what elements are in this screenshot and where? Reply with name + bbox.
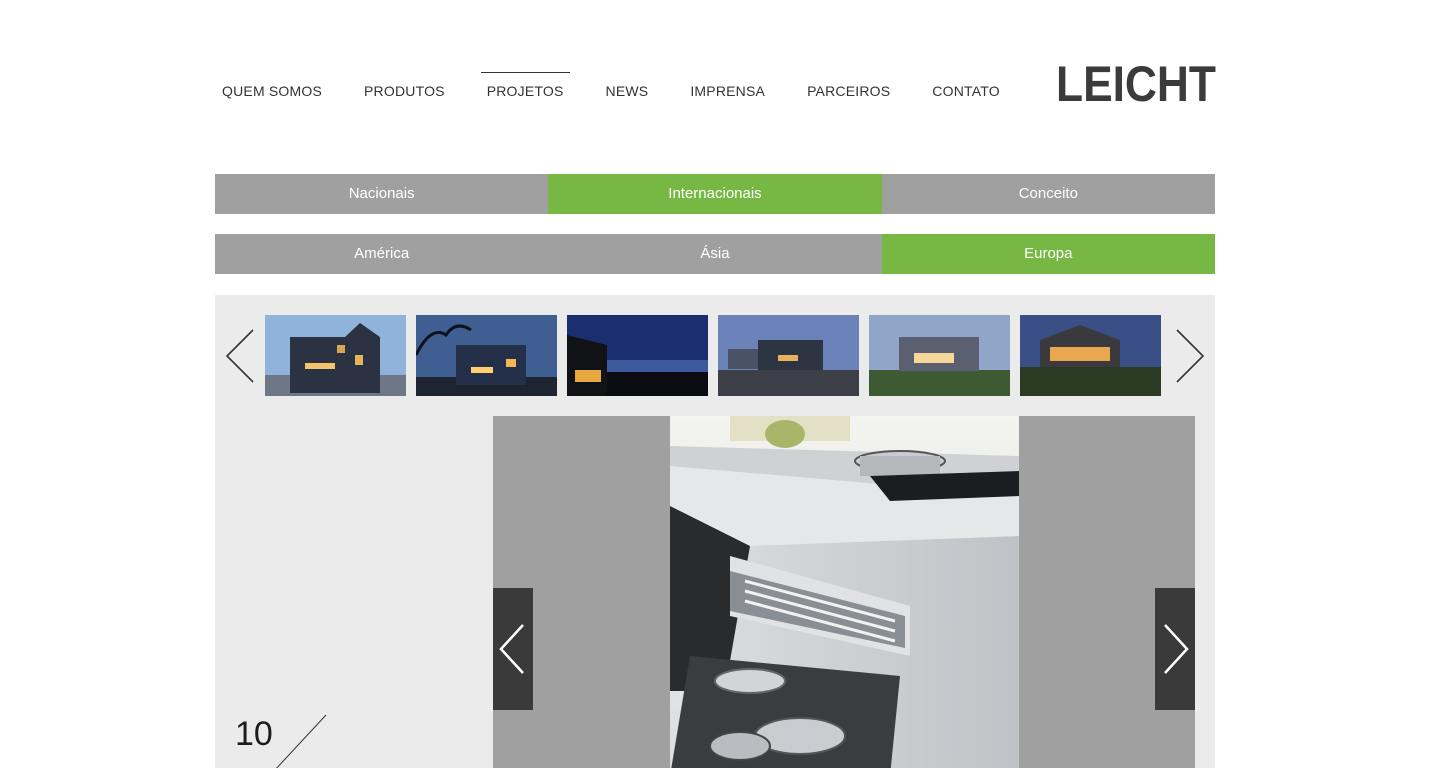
nav-item-imprensa[interactable]: IMPRENSA [690,72,765,99]
tab-america[interactable]: América [215,234,549,274]
chevron-right-icon [1164,624,1189,674]
image-next-button[interactable] [1155,588,1195,710]
leicht-logo[interactable]: LEICHT [1056,56,1216,112]
thumbnail-5[interactable] [869,315,1010,396]
thumbnail-2[interactable] [416,315,557,396]
chevron-left-icon [225,329,254,383]
chevron-right-icon [1176,329,1205,383]
counter-slash-divider [276,714,327,768]
thumbnail-4[interactable] [718,315,859,396]
tab-asia[interactable]: Ásia [548,234,882,274]
kitchen-drawer-photo [670,416,1019,768]
region-tabs: América Ásia Europa [215,234,1215,274]
nav-item-news[interactable]: NEWS [606,72,649,99]
thumbnail-1[interactable] [265,315,406,396]
thumbs-next-button[interactable] [1173,327,1207,385]
nav-item-contato[interactable]: CONTATO [932,72,1000,99]
tab-nacionais[interactable]: Nacionais [215,174,549,214]
nav-item-projetos[interactable]: PROJETOS [480,72,570,99]
nav-item-produtos[interactable]: PRODUTOS [364,72,445,99]
tab-conceito[interactable]: Conceito [881,174,1215,214]
main-nav: QUEM SOMOS PRODUTOS PROJETOS NEWS IMPREN… [222,72,1042,99]
tab-internacionais[interactable]: Internacionais [548,174,882,214]
project-gallery: 10 [215,295,1215,768]
project-counter: 10 [235,715,273,753]
thumbs-prev-button[interactable] [223,327,257,385]
main-image-viewer [493,416,1195,768]
thumbnail-strip [265,315,1161,396]
nav-item-quem-somos[interactable]: QUEM SOMOS [222,72,322,99]
tab-europa[interactable]: Europa [881,234,1215,274]
nav-item-parceiros[interactable]: PARCEIROS [807,72,890,99]
thumbnail-6[interactable] [1020,315,1161,396]
thumbnail-3[interactable] [567,315,708,396]
logo-text: LEICHT [1056,59,1216,103]
chevron-left-icon [499,624,524,674]
category-tabs: Nacionais Internacionais Conceito [215,174,1215,214]
image-prev-button[interactable] [493,588,533,710]
